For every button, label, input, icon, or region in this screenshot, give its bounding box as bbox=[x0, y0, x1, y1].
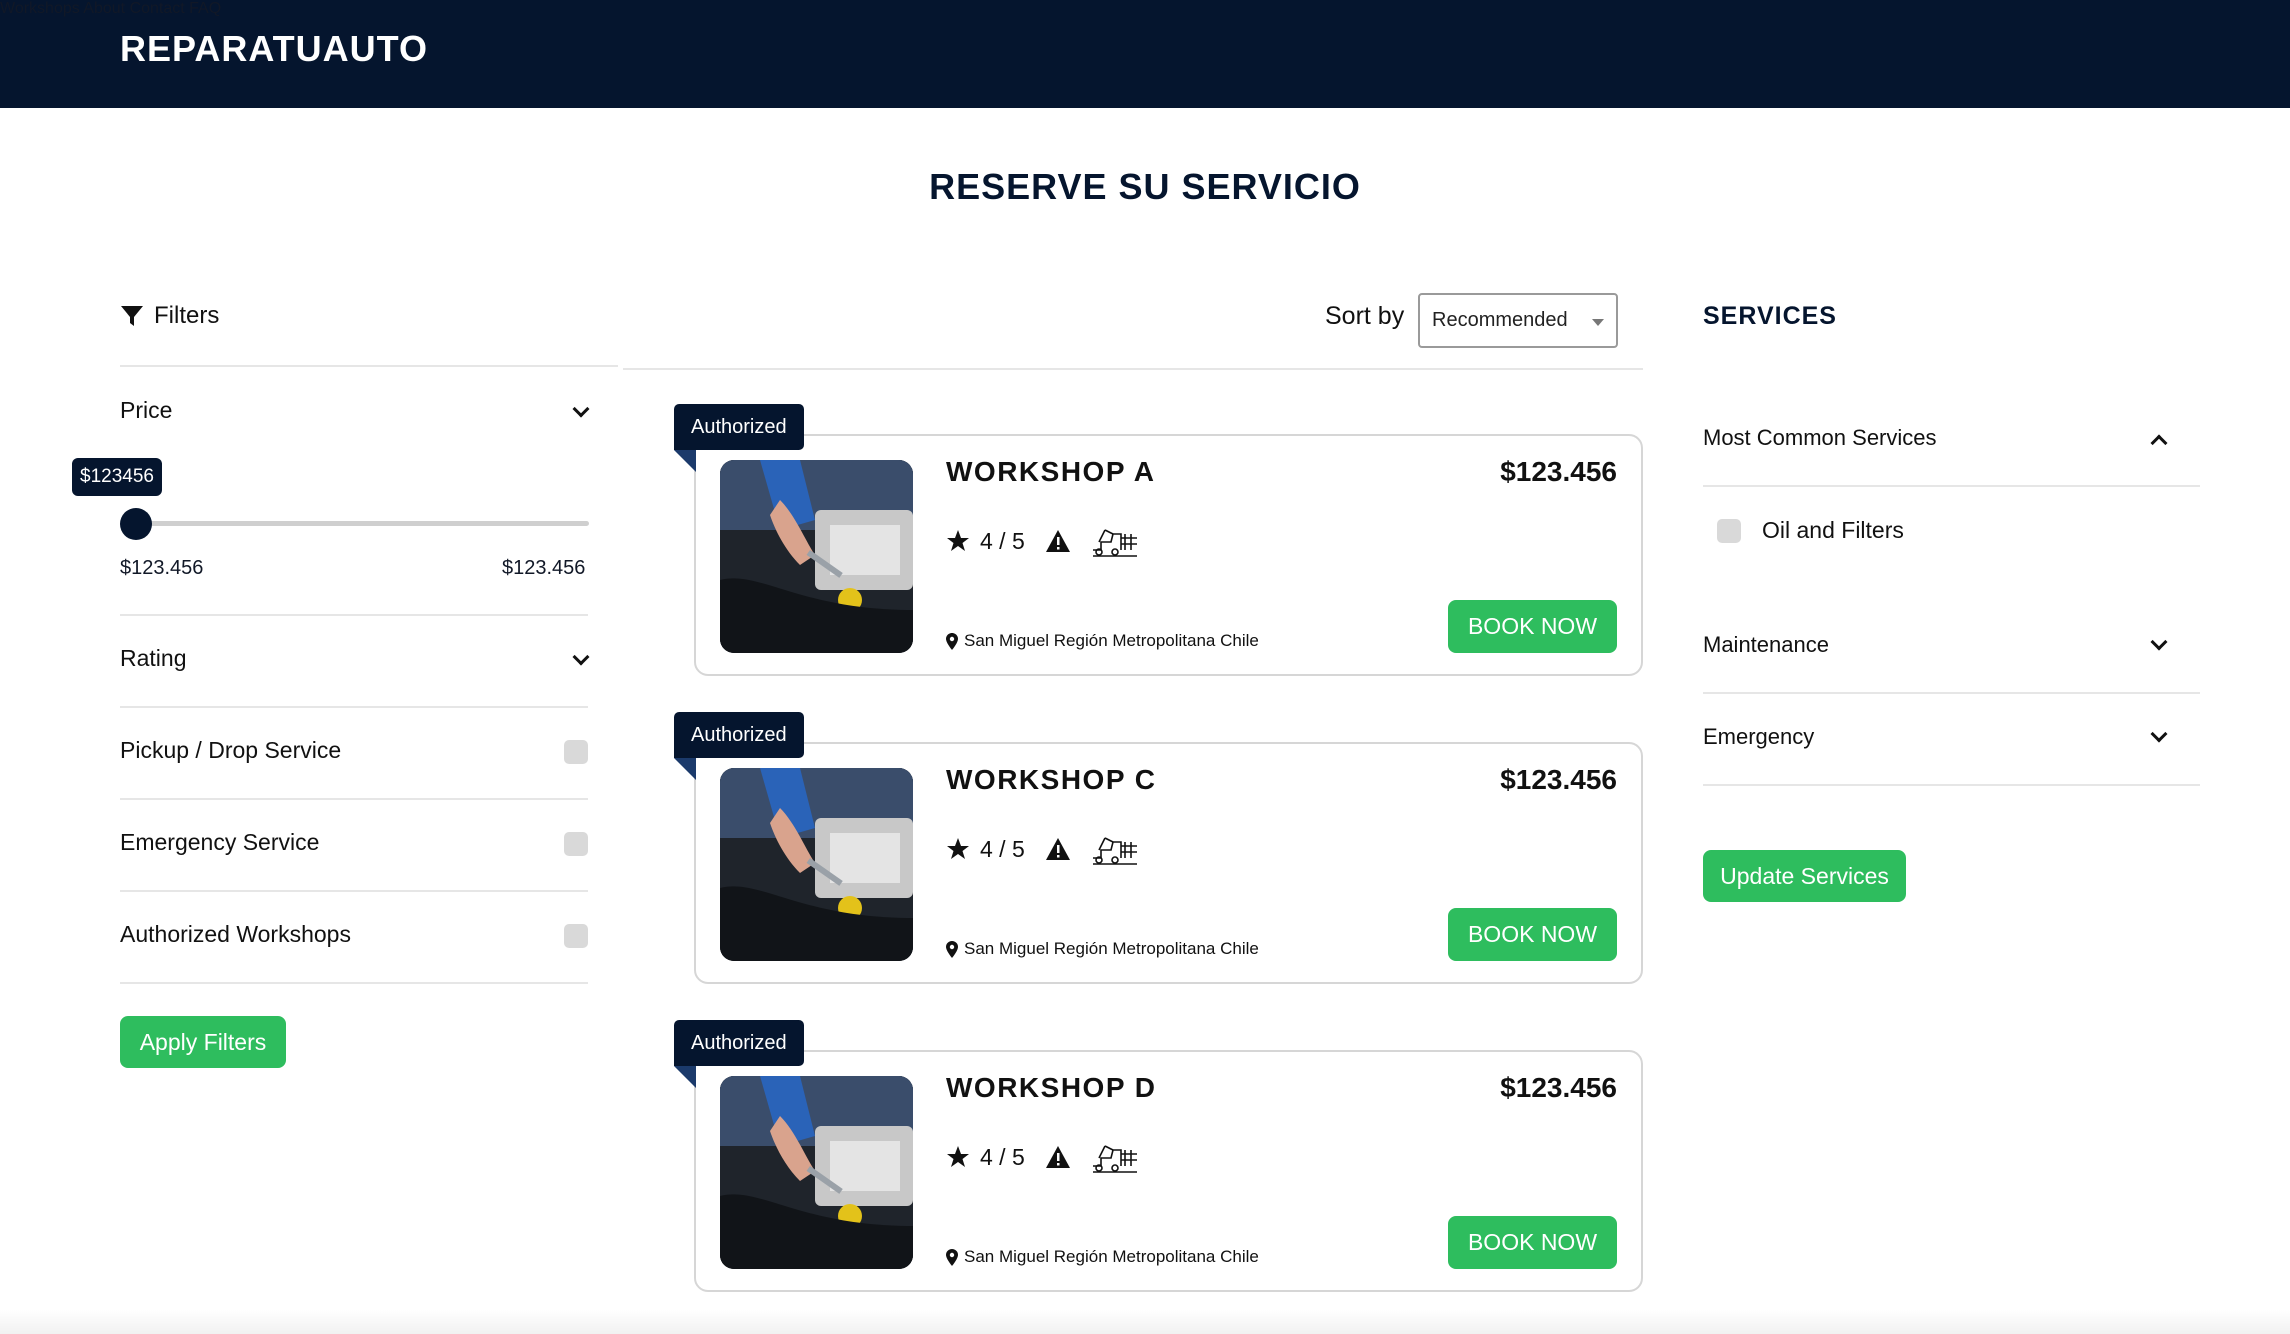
authorized-badge: Authorized bbox=[674, 404, 804, 450]
brand-logo[interactable]: REPARATUAUTO bbox=[120, 28, 428, 70]
workshop-name[interactable]: WORKSHOP A bbox=[946, 456, 1155, 488]
price-max-value: $123.456 bbox=[502, 557, 586, 579]
divider bbox=[1703, 485, 2200, 487]
ribbon-fold bbox=[674, 758, 696, 780]
ribbon-fold bbox=[674, 450, 696, 472]
services-title: SERVICES bbox=[1703, 302, 1837, 330]
divider bbox=[120, 982, 588, 984]
warning-icon bbox=[1045, 1146, 1070, 1168]
nav-link-contact[interactable]: Contact bbox=[130, 0, 185, 17]
divider bbox=[623, 368, 1643, 370]
workshop-address: San Miguel Región Metropolitana Chile bbox=[946, 939, 1259, 959]
rating-value: 4 / 5 bbox=[980, 1143, 1025, 1170]
page-bottom-shade bbox=[0, 1310, 2290, 1334]
star-icon bbox=[947, 530, 969, 551]
workshop-photo bbox=[720, 1076, 913, 1269]
divider bbox=[120, 614, 588, 616]
pickup-drop-checkbox[interactable] bbox=[564, 740, 588, 764]
workshop-card[interactable]: Authorized WORKSHOP D $123.456 4 / 5 San… bbox=[674, 1020, 1643, 1292]
book-now-button[interactable]: BOOK NOW bbox=[1448, 908, 1617, 961]
workshop-address: San Miguel Región Metropolitana Chile bbox=[946, 1247, 1259, 1267]
workshop-rating: 4 / 5 bbox=[946, 1140, 1139, 1174]
workshop-card[interactable]: Authorized WORKSHOP C $123.456 4 / 5 San… bbox=[674, 712, 1643, 984]
workshop-price: $123.456 bbox=[1500, 764, 1617, 795]
sort-selected-value: Recommended bbox=[1432, 309, 1568, 331]
chevron-down-icon[interactable] bbox=[572, 400, 590, 418]
rating-value: 4 / 5 bbox=[980, 835, 1025, 862]
chevron-down-icon[interactable] bbox=[572, 648, 590, 666]
authorized-workshops-label: Authorized Workshops bbox=[120, 921, 351, 947]
price-min-value: $123.456 bbox=[120, 557, 204, 579]
nav-link-workshops[interactable]: Workshops bbox=[0, 0, 80, 17]
pickup-drop-label: Pickup / Drop Service bbox=[120, 737, 342, 763]
workshop-card[interactable]: Authorized WORKSHOP A $123.456 4 / 5 San… bbox=[674, 404, 1643, 676]
top-navbar: REPARATUAUTO Workshops About Contact FAQ bbox=[0, 0, 2290, 108]
emergency-service-label: Emergency Service bbox=[120, 829, 320, 855]
mechanic-photo bbox=[720, 768, 913, 961]
sort-select[interactable]: Recommended bbox=[1418, 293, 1618, 348]
divider bbox=[1703, 692, 2200, 694]
workshop-price: $123.456 bbox=[1500, 1072, 1617, 1103]
price-slider-handle[interactable] bbox=[120, 508, 152, 540]
book-now-button[interactable]: BOOK NOW bbox=[1448, 1216, 1617, 1269]
authorized-badge: Authorized bbox=[674, 712, 804, 758]
map-pin-icon bbox=[946, 1248, 958, 1266]
authorized-workshops-checkbox[interactable] bbox=[564, 924, 588, 948]
workshop-photo bbox=[720, 460, 913, 653]
divider bbox=[1703, 784, 2200, 786]
apply-filters-button[interactable]: Apply Filters bbox=[120, 1016, 286, 1068]
services-section-most-common[interactable]: Most Common Services bbox=[1703, 425, 1937, 451]
map-pin-icon bbox=[946, 632, 958, 650]
rating-value: 4 / 5 bbox=[980, 527, 1025, 554]
price-filter-label[interactable]: Price bbox=[120, 397, 172, 424]
page-title: RESERVE SU SERVICIO bbox=[929, 166, 1361, 207]
tow-truck-icon bbox=[1092, 1145, 1137, 1173]
workshop-name[interactable]: WORKSHOP C bbox=[946, 764, 1157, 796]
star-icon bbox=[947, 838, 969, 859]
tow-truck-icon bbox=[1092, 529, 1137, 557]
mechanic-photo bbox=[720, 1076, 913, 1269]
divider bbox=[120, 365, 618, 367]
filters-heading: Filters bbox=[120, 302, 219, 330]
map-pin-icon bbox=[946, 940, 958, 958]
warning-icon bbox=[1045, 530, 1070, 552]
filter-icon bbox=[121, 306, 143, 326]
price-tooltip: $123456 bbox=[72, 458, 162, 496]
nav-link-faq[interactable]: FAQ bbox=[189, 0, 221, 17]
emergency-service-checkbox[interactable] bbox=[564, 832, 588, 856]
nav-link-about[interactable]: About bbox=[83, 0, 125, 17]
book-now-button[interactable]: BOOK NOW bbox=[1448, 600, 1617, 653]
workshop-photo bbox=[720, 768, 913, 961]
price-slider-track[interactable] bbox=[134, 521, 589, 526]
update-services-button[interactable]: Update Services bbox=[1703, 850, 1906, 902]
workshop-rating: 4 / 5 bbox=[946, 832, 1139, 866]
address-text: San Miguel Región Metropolitana Chile bbox=[964, 631, 1259, 650]
divider bbox=[120, 798, 588, 800]
sort-label: Sort by bbox=[1325, 302, 1405, 330]
workshop-name[interactable]: WORKSHOP D bbox=[946, 1072, 1157, 1104]
mechanic-photo bbox=[720, 460, 913, 653]
services-section-emergency[interactable]: Emergency bbox=[1703, 724, 1814, 750]
warning-icon bbox=[1045, 838, 1070, 860]
workshop-address: San Miguel Región Metropolitana Chile bbox=[946, 631, 1259, 651]
services-section-maintenance[interactable]: Maintenance bbox=[1703, 632, 1829, 658]
chevron-down-icon[interactable] bbox=[2150, 633, 2168, 651]
tow-truck-icon bbox=[1092, 837, 1137, 865]
authorized-badge: Authorized bbox=[674, 1020, 804, 1066]
oil-filters-checkbox[interactable] bbox=[1717, 519, 1741, 543]
chevron-up-icon[interactable] bbox=[2150, 434, 2168, 452]
rating-filter-label[interactable]: Rating bbox=[120, 645, 186, 672]
star-icon bbox=[947, 1146, 969, 1167]
workshop-rating: 4 / 5 bbox=[946, 524, 1139, 558]
filters-label: Filters bbox=[154, 302, 220, 329]
caret-down-icon bbox=[1592, 319, 1604, 326]
oil-filters-label: Oil and Filters bbox=[1762, 517, 1904, 543]
chevron-down-icon[interactable] bbox=[2150, 725, 2168, 743]
address-text: San Miguel Región Metropolitana Chile bbox=[964, 1247, 1259, 1266]
ribbon-fold bbox=[674, 1066, 696, 1088]
workshop-price: $123.456 bbox=[1500, 456, 1617, 487]
divider bbox=[120, 706, 588, 708]
address-text: San Miguel Región Metropolitana Chile bbox=[964, 939, 1259, 958]
divider bbox=[120, 890, 588, 892]
